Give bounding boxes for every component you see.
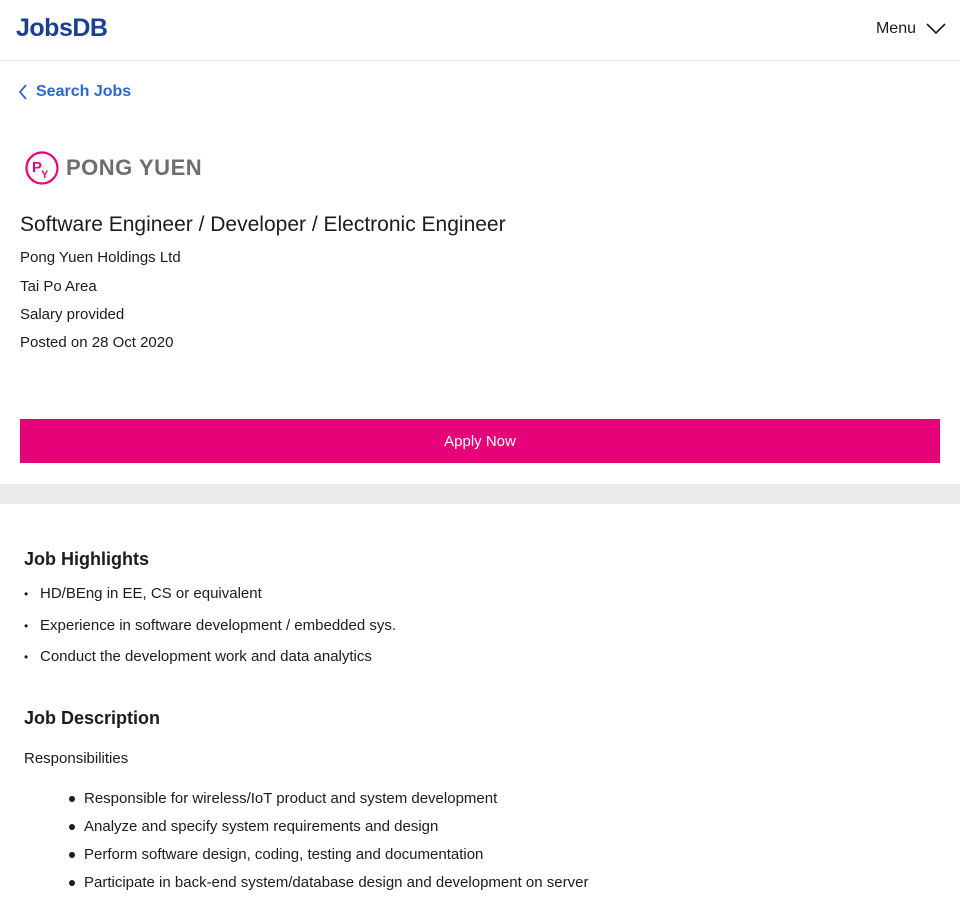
job-title: Software Engineer / Developer / Electron… xyxy=(20,213,506,236)
company-logo-text: PONG YUEN xyxy=(66,155,203,180)
top-header: JobsDB Menu xyxy=(0,0,960,61)
jobsdb-logo[interactable]: JobsDB xyxy=(16,14,108,42)
chevron-left-icon xyxy=(18,84,28,100)
responsibility-item: Perform software design, coding, testing… xyxy=(68,845,588,865)
back-label: Search Jobs xyxy=(36,83,132,100)
job-location: Tai Po Area xyxy=(20,278,97,295)
responsibilities-label: Responsibilities xyxy=(24,750,129,767)
company-monogram-icon: P Y xyxy=(24,150,60,186)
svg-text:Y: Y xyxy=(41,169,49,181)
responsibility-item: Analyze and specify system requirements … xyxy=(68,817,588,837)
salary-info: Salary provided xyxy=(20,306,125,323)
job-highlights-list: HD/BEng in EE, CS or equivalent Experien… xyxy=(24,583,396,678)
job-highlights-title: Job Highlights xyxy=(24,549,149,569)
section-divider xyxy=(0,484,960,504)
posted-prefix: Posted on xyxy=(20,334,88,351)
highlight-item: HD/BEng in EE, CS or equivalent xyxy=(24,583,396,605)
responsibility-item: Responsible for wireless/IoT product and… xyxy=(68,789,588,809)
highlight-item: Conduct the development work and data an… xyxy=(24,646,396,668)
back-to-search-link[interactable]: Search Jobs xyxy=(18,82,131,102)
responsibility-item: Participate in back-end system/database … xyxy=(68,874,589,891)
apply-now-button[interactable]: Apply Now xyxy=(20,419,940,463)
menu-label: Menu xyxy=(875,20,916,37)
company-name[interactable]: Pong Yuen Holdings Ltd xyxy=(20,248,181,268)
posted-date: Posted on 28 Oct 2020 xyxy=(20,333,173,353)
menu-button[interactable]: Menu xyxy=(876,18,946,40)
responsibilities-list: Responsible for wireless/IoT product and… xyxy=(68,789,589,900)
chevron-down-icon xyxy=(926,23,946,35)
job-description-title: Job Description xyxy=(24,708,161,728)
posted-date-value: 28 Oct 2020 xyxy=(91,334,174,351)
company-logo: P Y PONG YUEN xyxy=(24,150,202,186)
highlight-item: Experience in software development / emb… xyxy=(24,615,396,637)
